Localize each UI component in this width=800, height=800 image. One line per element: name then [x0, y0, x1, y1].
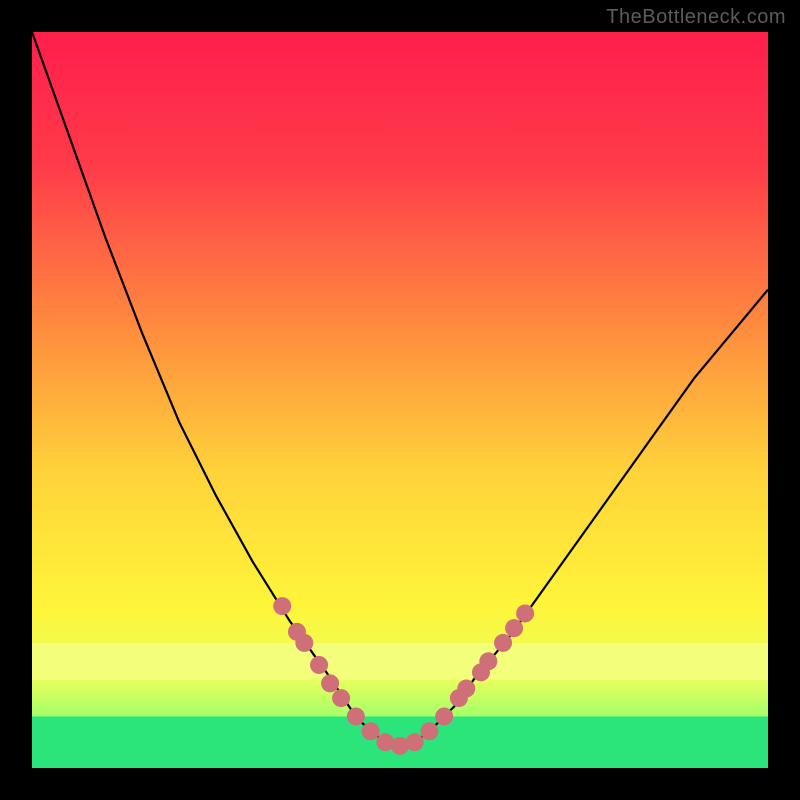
marker-point — [505, 619, 523, 637]
marker-point — [362, 722, 380, 740]
marker-point — [332, 689, 350, 707]
marker-point — [479, 652, 497, 670]
marker-point — [273, 597, 291, 615]
marker-point — [420, 722, 438, 740]
marker-point — [435, 707, 453, 725]
marker-point — [406, 733, 424, 751]
marker-point — [457, 680, 475, 698]
marker-point — [347, 707, 365, 725]
lime-band — [32, 643, 768, 680]
plot-area — [32, 32, 768, 768]
watermark-label: TheBottleneck.com — [606, 6, 786, 29]
chart-svg — [32, 32, 768, 768]
marker-point — [516, 604, 534, 622]
marker-point — [321, 674, 339, 692]
marker-point — [494, 634, 512, 652]
marker-point — [295, 634, 313, 652]
chart-frame: TheBottleneck.com — [0, 0, 800, 800]
marker-point — [310, 656, 328, 674]
